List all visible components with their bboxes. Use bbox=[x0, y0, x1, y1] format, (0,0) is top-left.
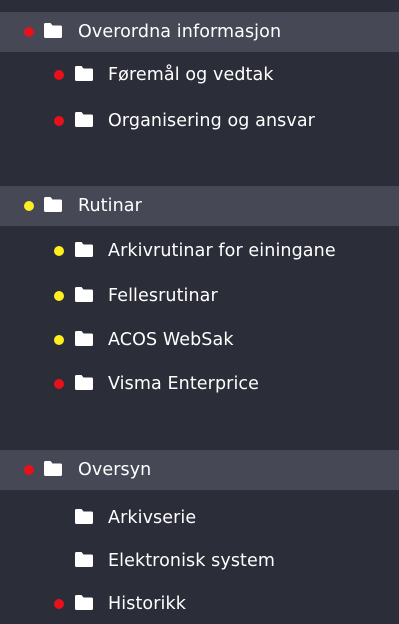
folder-icon bbox=[75, 594, 93, 614]
folder-item-label: Organisering og ansvar bbox=[108, 111, 315, 131]
folder-icon bbox=[75, 241, 93, 261]
folder-item-label: Arkivserie bbox=[108, 508, 197, 528]
folder-icon bbox=[75, 111, 93, 131]
folder-icon bbox=[44, 460, 62, 480]
folder-item-visma-enterprice[interactable]: Visma Enterprice bbox=[0, 364, 399, 404]
folder-icon bbox=[75, 65, 93, 85]
folder-navigation: Overordna informasjon Føremål og vedtak … bbox=[0, 0, 399, 616]
folder-item-label: Arkivrutinar for einingane bbox=[108, 241, 336, 261]
folder-item-arkivserie[interactable]: Arkivserie bbox=[0, 498, 399, 538]
folder-item-label: Føremål og vedtak bbox=[108, 65, 274, 85]
status-dot-red bbox=[54, 70, 64, 80]
folder-icon bbox=[44, 22, 62, 42]
folder-item-organisering-og-ansvar[interactable]: Organisering og ansvar bbox=[0, 101, 399, 141]
folder-icon bbox=[75, 330, 93, 350]
folder-item-label: Historikk bbox=[108, 594, 186, 614]
folder-item-elektronisk-system[interactable]: Elektronisk system bbox=[0, 541, 399, 581]
status-dot-red bbox=[54, 599, 64, 609]
section-overordna-informasjon[interactable]: Overordna informasjon bbox=[0, 12, 399, 52]
folder-item-label: Visma Enterprice bbox=[108, 374, 260, 394]
folder-item-label: ACOS WebSak bbox=[108, 330, 234, 350]
section-oversyn[interactable]: Oversyn bbox=[0, 450, 399, 490]
folder-item-label: Fellesrutinar bbox=[108, 286, 218, 306]
folder-item-historikk[interactable]: Historikk bbox=[0, 584, 399, 624]
status-dot-red bbox=[24, 27, 34, 37]
status-dot-none bbox=[54, 556, 64, 566]
status-dot-red bbox=[54, 116, 64, 126]
status-dot-yellow bbox=[54, 291, 64, 301]
folder-icon bbox=[75, 551, 93, 571]
section-label: Oversyn bbox=[78, 460, 152, 480]
section-label: Rutinar bbox=[78, 196, 142, 216]
folder-icon bbox=[44, 196, 62, 216]
status-dot-yellow bbox=[54, 246, 64, 256]
status-dot-none bbox=[54, 513, 64, 523]
folder-item-acos-websak[interactable]: ACOS WebSak bbox=[0, 320, 399, 360]
section-rutinar[interactable]: Rutinar bbox=[0, 186, 399, 226]
folder-item-foremal-og-vedtak[interactable]: Føremål og vedtak bbox=[0, 55, 399, 95]
folder-icon bbox=[75, 374, 93, 394]
status-dot-yellow bbox=[24, 201, 34, 211]
section-label: Overordna informasjon bbox=[78, 22, 282, 42]
folder-item-label: Elektronisk system bbox=[108, 551, 276, 571]
folder-item-fellesrutinar[interactable]: Fellesrutinar bbox=[0, 276, 399, 316]
folder-icon bbox=[75, 286, 93, 306]
status-dot-red bbox=[54, 379, 64, 389]
folder-icon bbox=[75, 508, 93, 528]
status-dot-red bbox=[24, 465, 34, 475]
status-dot-yellow bbox=[54, 335, 64, 345]
folder-item-arkivrutinar-for-einingane[interactable]: Arkivrutinar for einingane bbox=[0, 231, 399, 271]
